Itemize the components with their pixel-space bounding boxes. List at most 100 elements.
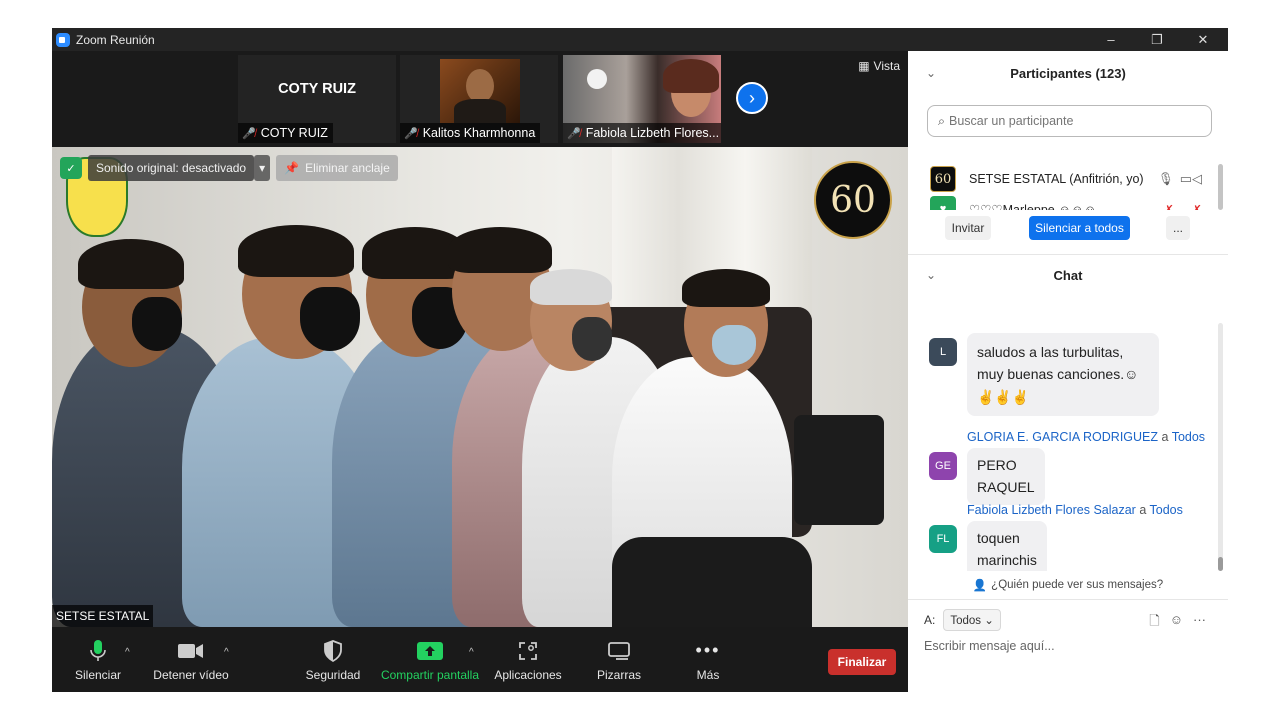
minimize-button[interactable]: – <box>1088 28 1134 51</box>
security-button[interactable]: Seguridad <box>302 627 364 692</box>
microphone-icon[interactable]: 🎙 <box>1158 172 1174 187</box>
face-mask <box>132 297 182 351</box>
zoom-logo-icon <box>56 32 70 47</box>
chat-scrollbar-thumb[interactable] <box>1218 557 1223 571</box>
message-text: saludos a las turbulitas, <box>977 344 1124 360</box>
whiteboard-icon <box>608 638 630 664</box>
thumbnail-name-label: 🎤̸ Kalitos Kharmhonna <box>400 123 541 143</box>
chevron-right-icon: › <box>749 87 755 108</box>
restore-button[interactable]: ❐ <box>1134 28 1180 51</box>
file-icon[interactable]: 🗋 <box>1149 612 1159 634</box>
next-page-button[interactable]: › <box>736 82 768 114</box>
chevron-down-icon[interactable]: ⌄ <box>926 66 936 80</box>
emoji-icon[interactable]: ☺ <box>1170 612 1183 634</box>
mic-muted-icon: 🎤̸ <box>567 127 581 140</box>
stop-video-button[interactable]: Detener vídeo <box>152 627 230 692</box>
thumbnail-big-name: COTY RUIZ <box>278 81 356 97</box>
more-label: Más <box>696 667 720 682</box>
chevron-down-icon[interactable]: ▾ <box>254 155 271 181</box>
meeting-toolbar: Silenciar ^ Detener vídeo ^ Seguridad Co… <box>52 627 908 692</box>
participant-row[interactable]: ♥ ♡♡♡Marleppe ☺☺☺ ✗ ✗ <box>930 194 1210 210</box>
microphone-icon <box>90 638 106 664</box>
end-meeting-button[interactable]: Finalizar <box>828 649 896 675</box>
video-top-controls: ✓ Sonido original: desactivado ▾ 📌 Elimi… <box>60 155 398 181</box>
invite-button[interactable]: Invitar <box>945 216 991 240</box>
person-hair <box>448 227 552 273</box>
message-text: ✌✌✌ <box>977 388 1030 405</box>
mute-button[interactable]: Silenciar <box>72 627 124 692</box>
more-dots-icon[interactable]: ··· <box>1193 612 1206 634</box>
shield-icon <box>324 638 342 664</box>
view-button[interactable]: ▦ Vista <box>858 59 900 73</box>
video-off-icon[interactable]: ✗ <box>1192 202 1202 211</box>
mic-muted-icon[interactable]: ✗ <box>1164 202 1174 211</box>
participant-search-input[interactable] <box>949 114 1190 128</box>
chevron-up-icon[interactable]: ^ <box>469 647 474 658</box>
original-sound-button[interactable]: Sonido original: desactivado <box>88 155 255 181</box>
pin-icon: 📌 <box>284 161 300 175</box>
search-icon: ⌕ <box>938 113 946 128</box>
participants-more-button[interactable]: ... <box>1166 216 1190 240</box>
chevron-up-icon[interactable]: ^ <box>125 647 130 658</box>
person-hair <box>238 225 354 277</box>
unpin-label: Eliminar anclaje <box>305 161 390 175</box>
thumbnail-coty-ruiz[interactable]: COTY RUIZ 🎤̸ COTY RUIZ <box>238 55 396 143</box>
thumbnail-strip: COTY RUIZ 🎤̸ COTY RUIZ 🎤̸ Kalitos Kharmh… <box>52 51 908 147</box>
person-lock-icon: 👤 <box>972 580 988 592</box>
chevron-down-icon[interactable]: ⌄ <box>926 268 936 282</box>
chevron-up-icon[interactable]: ^ <box>224 647 229 658</box>
recipient-dropdown[interactable]: Todos ⌄ <box>943 609 1001 631</box>
security-shield-icon: ✓ <box>60 157 82 179</box>
close-button[interactable]: ✕ <box>1180 28 1226 51</box>
share-screen-button[interactable]: Compartir pantalla <box>378 627 482 692</box>
composer-icons: 🗋 ☺ ··· <box>1149 612 1206 634</box>
zoom-window: Zoom Reunión – ❐ ✕ COTY RUIZ 🎤̸ COTY RUI… <box>52 28 1228 692</box>
title-bar: Zoom Reunión – ❐ ✕ <box>52 28 1228 51</box>
window-title: Zoom Reunión <box>76 32 155 47</box>
apps-icon <box>518 638 538 664</box>
video-camera-icon <box>178 638 204 664</box>
whiteboards-button[interactable]: Pizarras <box>594 627 644 692</box>
avatar: L <box>929 338 957 366</box>
security-label: Seguridad <box>305 667 361 682</box>
unpin-button[interactable]: 📌 Eliminar anclaje <box>276 155 398 181</box>
participants-title: Participantes (123) <box>1010 65 1126 81</box>
side-panel: ⌄ Participantes (123) ⌕ 60 SETSE ESTATAL… <box>908 51 1228 692</box>
thumbnail-kalitos[interactable]: 🎤̸ Kalitos Kharmhonna <box>400 55 558 143</box>
recipient-name: Todos <box>1171 430 1206 444</box>
avatar: 60 <box>930 166 956 192</box>
more-dots-icon: ••• <box>695 640 721 660</box>
to-label: A: <box>924 613 936 627</box>
message-bubble: saludos a las turbulitas, muy buenas can… <box>967 333 1159 417</box>
thumbnail-name: Kalitos Kharmhonna <box>422 126 536 140</box>
participants-scrollbar[interactable] <box>1218 164 1223 210</box>
chevron-down-icon: ⌄ <box>984 615 994 627</box>
participant-row[interactable]: 60 SETSE ESTATAL (Anfitrión, yo) 🎙 ▭◁ <box>930 164 1210 194</box>
participant-search[interactable]: ⌕ <box>927 105 1212 137</box>
chat-message-input[interactable] <box>924 639 1214 653</box>
more-button[interactable]: ••• Más <box>688 627 728 692</box>
apps-button[interactable]: Aplicaciones <box>492 627 564 692</box>
message-bubble: toquen marinchis toque <box>967 521 1047 571</box>
thumbnail-name-label: 🎤̸ COTY RUIZ <box>238 123 333 143</box>
message-text: muy buenas canciones.☺ <box>977 366 1139 383</box>
sender-name: Fabiola Lizbeth Flores Salazar <box>967 503 1136 517</box>
avatar: GE <box>929 452 957 480</box>
recipient-name: Todos <box>1149 503 1183 517</box>
recipient-line: A: Todos ⌄ <box>924 609 1001 631</box>
mic-muted-icon: 🎤̸ <box>242 127 256 140</box>
face-mask <box>712 325 756 365</box>
mute-all-button[interactable]: Silenciar a todos <box>1029 216 1130 240</box>
thumbnail-fabiola[interactable]: 🎤̸ Fabiola Lizbeth Flores... <box>563 55 721 143</box>
chat-messages: L saludos a las turbulitas, muy buenas c… <box>908 323 1218 571</box>
person-hair <box>530 269 612 305</box>
avatar: ♥ <box>930 196 956 210</box>
participant-name: ♡♡♡Marleppe ☺☺☺ <box>969 202 1097 211</box>
meeting-stage: COTY RUIZ 🎤̸ COTY RUIZ 🎤̸ Kalitos Kharmh… <box>52 51 908 627</box>
thumbnail-name: Fabiola Lizbeth Flores... <box>585 126 720 140</box>
video-camera-icon[interactable]: ▭◁ <box>1180 171 1202 187</box>
stop-video-label: Detener vídeo <box>153 667 229 682</box>
who-can-see-link[interactable]: 👤 ¿Quién puede ver sus mensajes? <box>908 571 1228 599</box>
participant-name: SETSE ESTATAL (Anfitrión, yo) <box>969 172 1144 186</box>
participants-header: ⌄ Participantes (123) <box>908 53 1228 93</box>
